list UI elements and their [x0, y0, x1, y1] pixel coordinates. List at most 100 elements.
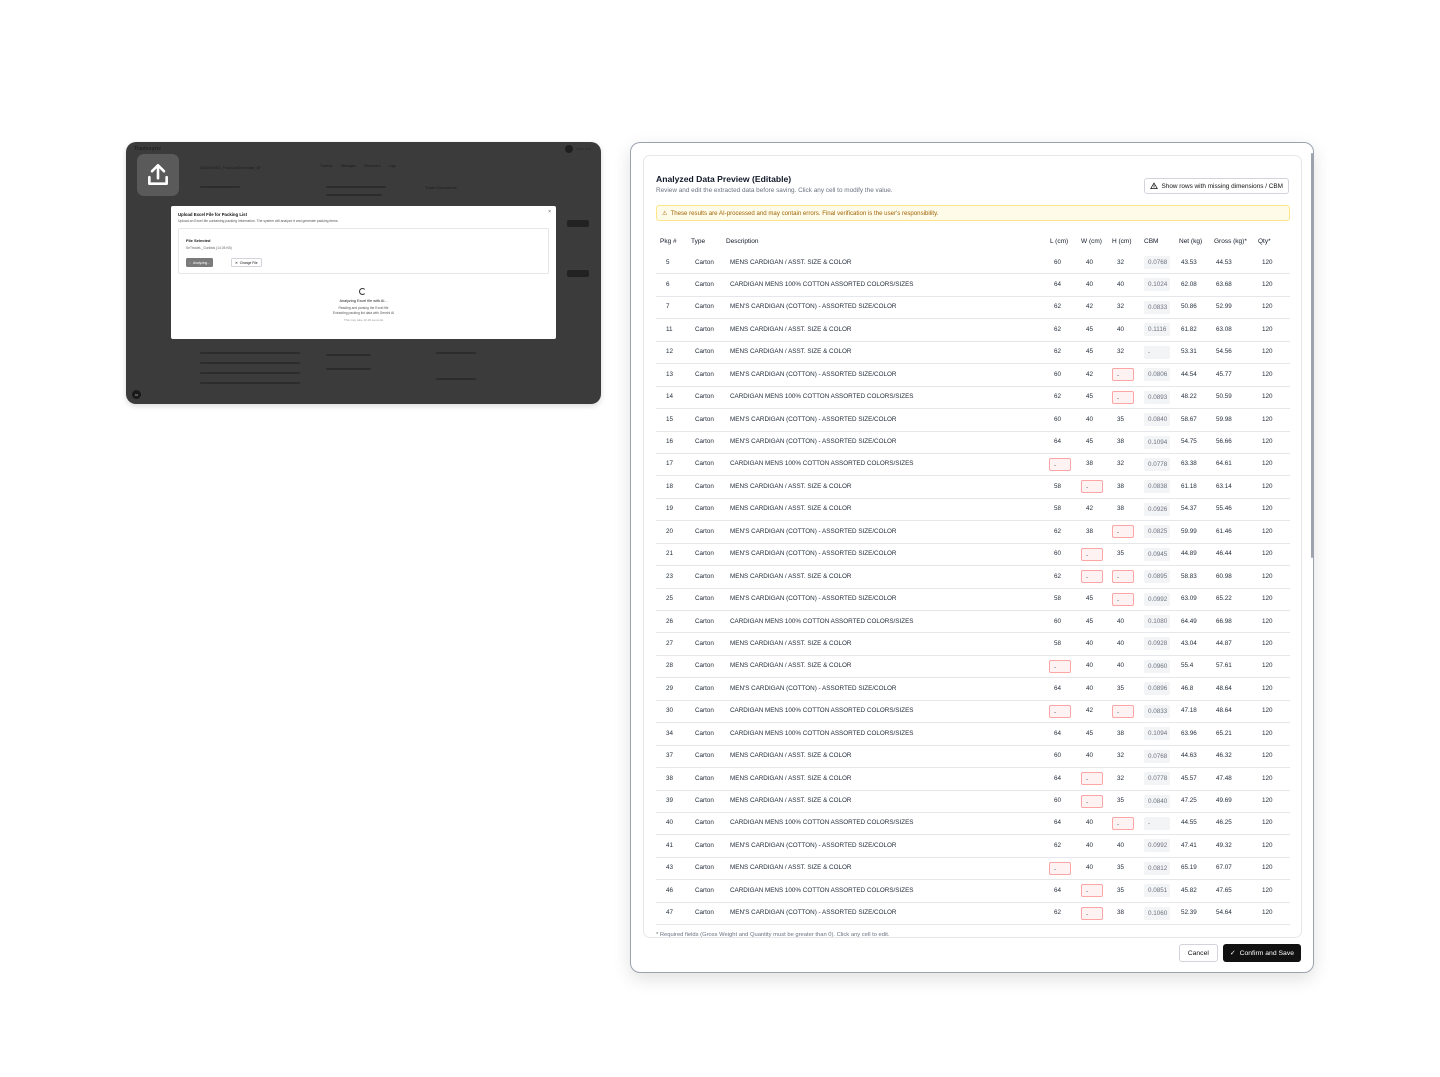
cell-cbm[interactable]: 0.0893 [1144, 390, 1170, 404]
cell-type[interactable]: Carton [695, 819, 714, 826]
cell-net[interactable]: 44.63 [1181, 752, 1197, 759]
cell-type[interactable]: Carton [695, 460, 714, 467]
cell-cbm[interactable]: 0.0833 [1144, 704, 1170, 718]
cell-height[interactable]: 40 [1117, 618, 1124, 625]
cell-qty[interactable]: 120 [1262, 550, 1273, 557]
cell-pkg[interactable]: 7 [666, 303, 670, 310]
cell-height[interactable]: 35 [1117, 864, 1124, 871]
cell-description[interactable]: CARDIGAN MENS 100% COTTON ASSORTED COLOR… [730, 887, 913, 894]
cell-net[interactable]: 53.31 [1181, 348, 1197, 355]
cell-length[interactable]: 62 [1054, 303, 1061, 310]
cell-type[interactable]: Carton [695, 618, 714, 625]
cell-qty[interactable]: 120 [1262, 438, 1273, 445]
cell-qty[interactable]: 120 [1262, 909, 1273, 916]
user-menu[interactable]: Jane Kim [565, 145, 591, 153]
cell-type[interactable]: Carton [695, 326, 714, 333]
cell-pkg[interactable]: 28 [666, 662, 673, 669]
cell-pkg[interactable]: 43 [666, 864, 673, 871]
cell-pkg[interactable]: 20 [666, 528, 673, 535]
cell-type[interactable]: Carton [695, 864, 714, 871]
cell-description[interactable]: CARDIGAN MENS 100% COTTON ASSORTED COLOR… [730, 707, 913, 714]
cell-type[interactable]: Carton [695, 393, 714, 400]
cell-cbm[interactable]: 0.0768 [1144, 256, 1170, 269]
cell-width[interactable]: 40 [1086, 685, 1093, 692]
cell-net[interactable]: 46.8 [1181, 685, 1193, 692]
cell-height[interactable]: 32 [1117, 259, 1124, 266]
cell-qty[interactable]: 120 [1262, 326, 1273, 333]
cell-type[interactable]: Carton [695, 438, 714, 445]
cell-height[interactable]: 40 [1117, 842, 1124, 849]
cell-length[interactable]: 60 [1054, 550, 1061, 557]
cell-pkg[interactable]: 27 [666, 640, 673, 647]
cell-type[interactable]: Carton [695, 707, 714, 714]
cell-gross[interactable]: 50.59 [1216, 393, 1232, 400]
cell-net[interactable]: 44.89 [1181, 550, 1197, 557]
cell-qty[interactable]: 120 [1262, 281, 1273, 288]
tab-logs[interactable]: Logs [389, 164, 396, 168]
cell-net[interactable]: 50.86 [1181, 303, 1197, 310]
cell-pkg[interactable]: 17 [666, 460, 673, 467]
cell-cbm[interactable]: 0.0778 [1144, 457, 1170, 471]
cell-height[interactable]: 40 [1117, 640, 1124, 647]
cell-width[interactable]: - [1081, 480, 1103, 494]
cell-width[interactable]: 45 [1086, 595, 1093, 602]
cell-net[interactable]: 65.19 [1181, 864, 1197, 871]
cell-type[interactable]: Carton [695, 483, 714, 490]
cell-pkg[interactable]: 23 [666, 573, 673, 580]
cell-width[interactable]: 40 [1086, 416, 1093, 423]
cell-net[interactable]: 55.4 [1181, 662, 1193, 669]
cell-cbm[interactable]: 0.0812 [1144, 861, 1170, 875]
cell-gross[interactable]: 54.56 [1216, 348, 1232, 355]
cell-qty[interactable]: 120 [1262, 730, 1273, 737]
cell-description[interactable]: MEN'S CARDIGAN (COTTON) - ASSORTED SIZE/… [730, 842, 896, 849]
cell-height[interactable]: - [1112, 704, 1134, 718]
cell-height[interactable]: 38 [1117, 909, 1124, 916]
cell-description[interactable]: MENS CARDIGAN / ASST. SIZE & COLOR [730, 348, 851, 355]
cell-description[interactable]: MEN'S CARDIGAN (COTTON) - ASSORTED SIZE/… [730, 416, 896, 423]
cell-gross[interactable]: 55.46 [1216, 505, 1232, 512]
cell-net[interactable]: 58.67 [1181, 416, 1197, 423]
cell-qty[interactable]: 120 [1262, 797, 1273, 804]
cell-height[interactable]: - [1112, 525, 1134, 539]
cell-pkg[interactable]: 26 [666, 618, 673, 625]
cell-cbm[interactable]: 0.0928 [1144, 637, 1170, 651]
cell-height[interactable]: 35 [1117, 550, 1124, 557]
cell-cbm[interactable]: 0.0960 [1144, 659, 1170, 673]
close-icon[interactable]: × [548, 209, 551, 215]
cell-description[interactable]: MENS CARDIGAN / ASST. SIZE & COLOR [730, 797, 851, 804]
cell-description[interactable]: MENS CARDIGAN / ASST. SIZE & COLOR [730, 483, 851, 490]
cell-gross[interactable]: 63.68 [1216, 281, 1232, 288]
cell-length[interactable]: 60 [1054, 371, 1061, 378]
cell-pkg[interactable]: 25 [666, 595, 673, 602]
cell-description[interactable]: MEN'S CARDIGAN (COTTON) - ASSORTED SIZE/… [730, 685, 896, 692]
cell-gross[interactable]: 46.44 [1216, 550, 1232, 557]
cell-cbm[interactable]: 0.0825 [1144, 525, 1170, 539]
cell-width[interactable]: 40 [1086, 259, 1093, 266]
cell-type[interactable]: Carton [695, 505, 714, 512]
cell-gross[interactable]: 48.64 [1216, 707, 1232, 714]
cell-net[interactable]: 47.41 [1181, 842, 1197, 849]
cell-gross[interactable]: 47.48 [1216, 775, 1232, 782]
cell-length[interactable]: 60 [1054, 618, 1061, 625]
cell-width[interactable]: - [1081, 570, 1103, 584]
cell-qty[interactable]: 120 [1262, 371, 1273, 378]
cell-type[interactable]: Carton [695, 281, 714, 288]
cell-description[interactable]: MENS CARDIGAN / ASST. SIZE & COLOR [730, 573, 851, 580]
cell-pkg[interactable]: 18 [666, 483, 673, 490]
cell-length[interactable]: 58 [1054, 640, 1061, 647]
cell-width[interactable]: 42 [1086, 371, 1093, 378]
cell-length[interactable]: 62 [1054, 326, 1061, 333]
cell-qty[interactable]: 120 [1262, 393, 1273, 400]
cell-type[interactable]: Carton [695, 416, 714, 423]
cell-height[interactable]: 40 [1117, 326, 1124, 333]
cancel-button[interactable]: Cancel [1178, 944, 1218, 962]
cell-description[interactable]: CARDIGAN MENS 100% COTTON ASSORTED COLOR… [730, 618, 913, 625]
cell-description[interactable]: MEN'S CARDIGAN (COTTON) - ASSORTED SIZE/… [730, 909, 896, 916]
cell-cbm[interactable]: 0.1094 [1144, 435, 1170, 449]
cell-length[interactable]: 64 [1054, 887, 1061, 894]
cell-type[interactable]: Carton [695, 573, 714, 580]
cell-net[interactable]: 61.82 [1181, 326, 1197, 333]
cell-gross[interactable]: 61.46 [1216, 528, 1232, 535]
cell-pkg[interactable]: 30 [666, 707, 673, 714]
cell-gross[interactable]: 66.98 [1216, 618, 1232, 625]
